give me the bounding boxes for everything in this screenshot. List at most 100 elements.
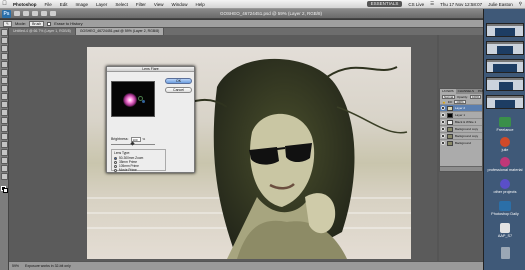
zoom-level[interactable]: 59% — [12, 264, 19, 268]
arrange-documents-icon[interactable] — [50, 11, 56, 16]
clone-stamp-tool-icon[interactable] — [0, 93, 8, 100]
menu-view[interactable]: View — [150, 0, 168, 9]
lens-option-label: Movie Prime — [119, 168, 137, 172]
background-color-swatch[interactable] — [3, 188, 8, 193]
path-select-tool-icon[interactable] — [0, 157, 8, 164]
eye-icon[interactable] — [441, 106, 445, 110]
menu-image[interactable]: Image — [72, 0, 93, 9]
mode-select[interactable]: Brush — [29, 20, 45, 27]
eraser-tool-preset[interactable]: ✎ — [3, 20, 12, 27]
menu-window[interactable]: Window — [168, 0, 192, 9]
dock-window-thumbnail[interactable] — [486, 95, 524, 109]
eye-icon[interactable] — [441, 120, 445, 124]
spotlight-icon[interactable]: ⚲ — [516, 1, 525, 7]
user-name[interactable]: Julie Easton — [485, 2, 516, 7]
radio-icon[interactable] — [114, 164, 117, 168]
menu-select[interactable]: Select — [111, 0, 132, 9]
erase-history-checkbox[interactable] — [47, 21, 52, 26]
dock-item-other-projects[interactable]: other projects — [487, 179, 523, 194]
tab-untitled-4[interactable]: Untitled-4 @ 66.7% (Layer 1, RGB/8) — [9, 28, 76, 35]
eye-icon[interactable] — [441, 113, 445, 117]
menu-edit[interactable]: Edit — [56, 0, 72, 9]
menu-help[interactable]: Help — [192, 0, 209, 9]
lens-option[interactable]: Movie Prime — [114, 168, 163, 172]
hand-icon[interactable] — [41, 11, 47, 16]
eyedropper-tool-icon[interactable] — [0, 69, 8, 76]
move-tool-icon[interactable] — [0, 29, 8, 36]
layer-row[interactable]: Background — [440, 139, 482, 146]
lens-flare-dialog: Lens Flare OK Cancel Brightness: 100 % L… — [106, 66, 195, 173]
eraser-tool-icon[interactable] — [0, 109, 8, 116]
clock[interactable]: Thu 17 Nov 12:58:07 — [437, 2, 485, 7]
tab-gosheo[interactable]: GOSHEO_46724451.psd @ 59% (Layer 2, RGB/… — [75, 28, 165, 35]
lock-icon[interactable]: 🔒 — [442, 100, 446, 104]
crop-tool-icon[interactable] — [0, 61, 8, 68]
canvas-area[interactable]: Lens Flare OK Cancel Brightness: 100 % L… — [9, 35, 483, 261]
lasso-tool-icon[interactable] — [0, 45, 8, 52]
zoom-level-icon[interactable] — [32, 11, 38, 16]
healing-tool-icon[interactable] — [0, 77, 8, 84]
flare-preview[interactable] — [111, 81, 155, 117]
layer-row[interactable]: Layer 1 — [440, 111, 482, 118]
menu-filter[interactable]: Filter — [132, 0, 150, 9]
fill-input[interactable]: 100% — [454, 99, 466, 104]
erase-history-label: Erase to History — [54, 21, 83, 26]
dock-window-thumbnail[interactable] — [486, 41, 524, 55]
layers-panel-tabs: LAYERS CHANNELS PATHS — [440, 89, 488, 94]
dock-item-photoshop-daily[interactable]: Photoshop Daily — [487, 201, 523, 216]
cancel-button[interactable]: Cancel — [165, 87, 192, 93]
type-tool-icon[interactable] — [0, 149, 8, 156]
layers-panel-footer[interactable] — [440, 166, 482, 171]
layer-thumbnail — [447, 133, 453, 139]
opacity-input[interactable]: 100% — [470, 94, 482, 99]
cs-live-label[interactable]: CS Live — [405, 2, 427, 7]
brightness-slider-knob[interactable] — [130, 141, 135, 146]
layer-row[interactable]: Background copy — [440, 125, 482, 132]
dock-item-freelance[interactable]: Freelance — [487, 117, 523, 132]
bridge-icon[interactable] — [14, 11, 20, 16]
tab-channels[interactable]: CHANNELS — [456, 89, 476, 94]
dock-item-professional-material[interactable]: professional material — [487, 157, 523, 172]
layer-row[interactable]: Layer 2 — [440, 104, 482, 111]
radio-icon[interactable] — [114, 160, 117, 164]
shape-tool-icon[interactable] — [0, 165, 8, 172]
radio-icon[interactable] — [114, 168, 117, 172]
layer-row[interactable]: Black & White 1 — [440, 118, 482, 125]
ok-button[interactable]: OK — [165, 78, 192, 84]
quick-select-tool-icon[interactable] — [0, 53, 8, 60]
brightness-slider[interactable] — [111, 141, 155, 146]
menu-photoshop[interactable]: Photoshop — [9, 0, 41, 9]
layer-name: Background — [455, 141, 472, 145]
status-info[interactable]: Exposure works in 32-bit only — [25, 264, 71, 268]
marquee-tool-icon[interactable] — [0, 37, 8, 44]
dock-window-thumbnail[interactable] — [486, 59, 524, 73]
minibridge-icon[interactable] — [23, 11, 29, 16]
layers-panel: LAYERS CHANNELS PATHS Normal Opacity: 10… — [439, 88, 488, 172]
options-bar: ✎ Mode: Brush Erase to History — [0, 20, 483, 28]
eye-icon[interactable] — [441, 141, 445, 145]
brush-tool-icon[interactable] — [0, 85, 8, 92]
radio-selected-icon[interactable] — [114, 156, 117, 160]
menu-file[interactable]: File — [41, 0, 56, 9]
apple-menu-icon[interactable]:  — [0, 0, 9, 9]
dock-item-julie[interactable]: julie — [487, 137, 523, 152]
dock-item-trash[interactable] — [487, 247, 523, 259]
gradient-tool-icon[interactable] — [0, 117, 8, 124]
blur-tool-icon[interactable] — [0, 125, 8, 132]
blend-mode-select[interactable]: Normal — [442, 94, 456, 99]
dock-window-thumbnail[interactable] — [486, 77, 524, 91]
eye-icon[interactable] — [441, 134, 445, 138]
eye-icon[interactable] — [441, 127, 445, 131]
workspace-button[interactable]: ESSENTIALS — [366, 1, 403, 7]
history-brush-tool-icon[interactable] — [0, 101, 8, 108]
pen-tool-icon[interactable] — [0, 141, 8, 148]
dock-item-aap[interactable]: AAP_S7 — [487, 223, 523, 238]
tab-layers[interactable]: LAYERS — [440, 89, 456, 94]
wifi-icon[interactable]: ☰ — [427, 1, 437, 7]
layer-thumbnail — [447, 112, 453, 118]
menu-layer[interactable]: Layer — [92, 0, 111, 9]
3d-tool-icon[interactable] — [0, 173, 8, 180]
dock-window-thumbnail[interactable] — [486, 23, 524, 37]
layer-row[interactable]: Background copy — [440, 132, 482, 139]
dodge-tool-icon[interactable] — [0, 133, 8, 140]
